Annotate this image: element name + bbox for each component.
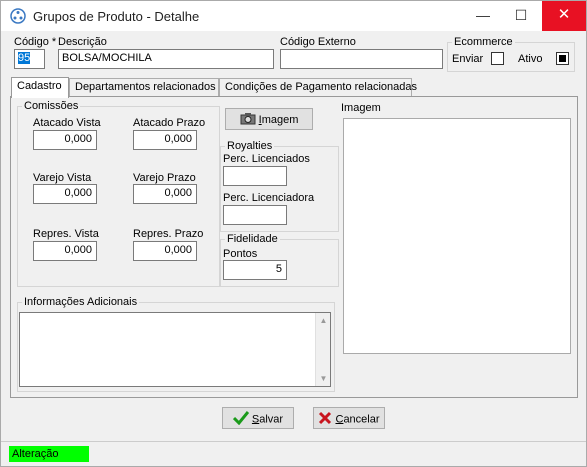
tab-condicoes-pagamento[interactable]: Condições de Pagamento relacionadas: [219, 78, 417, 97]
codigo-externo-label: Código Externo: [280, 36, 356, 48]
enviar-checkbox[interactable]: [491, 52, 504, 65]
perc-licenciados-field[interactable]: [223, 166, 287, 186]
repres-prazo-label: Repres. Prazo: [133, 228, 204, 240]
codigo-value: 95: [18, 52, 31, 64]
title-bar: Grupos de Produto - Detalhe — ☐ ✕: [1, 1, 586, 31]
informacoes-scrollbar[interactable]: ▲ ▼: [315, 313, 330, 386]
varejo-prazo-field[interactable]: 0,000: [133, 184, 197, 204]
perc-licenciadora-label: Perc. Licenciadora: [223, 192, 315, 204]
maximize-button[interactable]: ☐: [506, 1, 536, 31]
app-icon: [10, 8, 26, 24]
status-indicator: Alteração: [9, 446, 89, 462]
pontos-label: Pontos: [223, 248, 258, 260]
varejo-vista-field[interactable]: 0,000: [33, 184, 97, 204]
enviar-label: Enviar: [452, 53, 484, 65]
descricao-field[interactable]: BOLSA/MOCHILA: [58, 49, 274, 69]
cancelar-button[interactable]: Cancelar: [313, 407, 385, 429]
informacoes-textarea[interactable]: ▲ ▼: [19, 312, 331, 387]
scroll-up-icon[interactable]: ▲: [316, 313, 331, 328]
pontos-field[interactable]: 5: [223, 260, 287, 280]
salvar-button[interactable]: Salvar: [222, 407, 294, 429]
perc-licenciadora-field[interactable]: [223, 205, 287, 225]
codigo-externo-field[interactable]: [280, 49, 443, 69]
window: Grupos de Produto - Detalhe — ☐ ✕ Código…: [0, 0, 587, 467]
atacado-prazo-label: Atacado Prazo: [133, 117, 206, 129]
royalties-title: Royalties: [225, 140, 275, 152]
codigo-label: Código *: [14, 36, 57, 48]
imagem-button[interactable]: Imagem: [225, 108, 313, 130]
tab-departamentos[interactable]: Departamentos relacionados: [69, 78, 219, 97]
fidelidade-title: Fidelidade: [225, 233, 280, 245]
x-icon: [318, 411, 332, 428]
varejo-prazo-label: Varejo Prazo: [133, 172, 196, 184]
imagem-label: Imagem: [341, 102, 381, 114]
atacado-vista-field[interactable]: 0,000: [33, 130, 97, 150]
minimize-button[interactable]: —: [468, 1, 498, 31]
repres-vista-field[interactable]: 0,000: [33, 241, 97, 261]
window-title: Grupos de Produto - Detalhe: [33, 9, 200, 24]
atacado-vista-label: Atacado Vista: [33, 117, 101, 129]
comissoes-title: Comissões: [22, 100, 81, 112]
repres-vista-label: Repres. Vista: [33, 228, 99, 240]
scroll-down-icon[interactable]: ▼: [316, 371, 331, 386]
tab-cadastro[interactable]: Cadastro: [11, 77, 69, 98]
ativo-label: Ativo: [518, 53, 543, 65]
codigo-field[interactable]: 95: [14, 49, 45, 69]
ecommerce-title: Ecommerce: [452, 36, 515, 48]
check-icon: [232, 411, 250, 428]
repres-prazo-field[interactable]: 0,000: [133, 241, 197, 261]
descricao-label: Descrição: [58, 36, 107, 48]
imagem-preview[interactable]: [343, 118, 571, 354]
informacoes-title: Informações Adicionais: [22, 296, 140, 308]
atacado-prazo-field[interactable]: 0,000: [133, 130, 197, 150]
close-button[interactable]: ✕: [542, 1, 586, 31]
camera-icon: [240, 112, 256, 128]
tab-panel-cadastro: Comissões Atacado Vista 0,000 Atacado Pr…: [10, 96, 578, 398]
status-bar: Alteração: [1, 441, 586, 466]
perc-licenciados-label: Perc. Licenciados: [223, 153, 310, 165]
varejo-vista-label: Varejo Vista: [33, 172, 92, 184]
ativo-checkbox[interactable]: [556, 52, 569, 65]
